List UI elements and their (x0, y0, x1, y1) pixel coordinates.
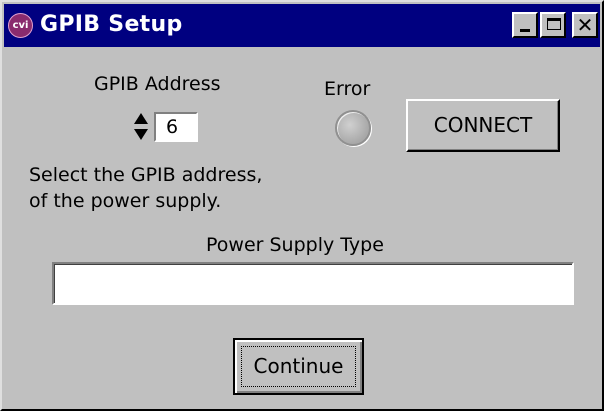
error-label: Error (324, 78, 371, 100)
maximize-button[interactable] (540, 12, 566, 38)
error-indicator-led (335, 110, 371, 146)
title-bar[interactable]: cvi GPIB Setup ✕ (4, 4, 600, 47)
minimize-icon (520, 29, 530, 32)
gpib-address-label: GPIB Address (94, 73, 221, 95)
gpib-address-spinner[interactable] (133, 112, 149, 142)
minimize-button[interactable] (512, 12, 538, 38)
power-supply-type-field[interactable] (52, 262, 574, 305)
gpib-help-text-line2: of the power supply. (29, 190, 222, 212)
window-title: GPIB Setup (40, 12, 183, 37)
continue-button[interactable]: Continue (233, 338, 364, 395)
gpib-setup-window: cvi GPIB Setup ✕ GPIB Address 6 Error CO… (0, 0, 604, 411)
power-supply-type-label: Power Supply Type (206, 234, 384, 256)
gpib-address-input[interactable]: 6 (154, 112, 198, 142)
connect-button[interactable]: CONNECT (406, 99, 560, 152)
maximize-icon (547, 18, 561, 30)
continue-button-label: Continue (241, 346, 356, 387)
cvi-logo-icon[interactable]: cvi (8, 13, 33, 38)
close-button[interactable]: ✕ (572, 12, 598, 38)
decrement-arrow-icon[interactable] (134, 129, 148, 140)
gpib-help-text-line1: Select the GPIB address, (29, 164, 263, 186)
increment-arrow-icon[interactable] (134, 113, 148, 124)
close-icon: ✕ (576, 13, 594, 37)
